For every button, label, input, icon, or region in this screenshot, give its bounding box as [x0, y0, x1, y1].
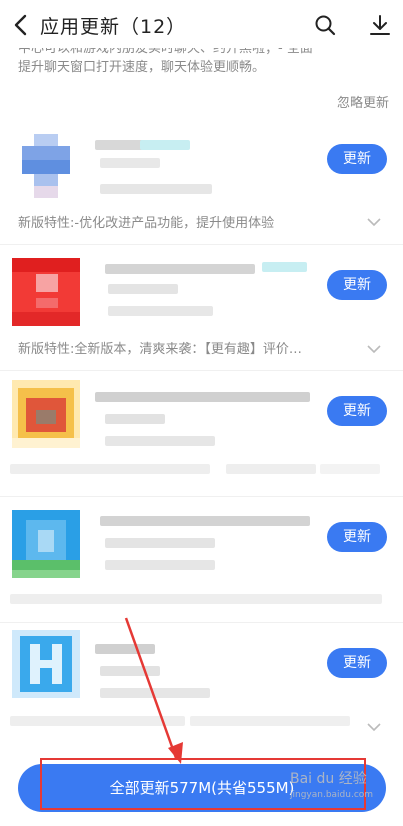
app-meta-placeholder: [100, 666, 160, 676]
baidu-watermark: Bai du 经验 jingyan.baidu.com: [290, 768, 373, 800]
app-icon: [12, 510, 80, 578]
chevron-down-icon[interactable]: [367, 217, 381, 227]
feature-summary-placeholder: [10, 464, 210, 474]
search-icon[interactable]: [314, 14, 336, 36]
app-name-placeholder: [100, 516, 310, 526]
app-meta-placeholder: [100, 184, 212, 194]
feature-summary: 新版特性:-优化改进产品功能，提升使用体验: [18, 216, 275, 231]
app-icon: [12, 258, 80, 326]
chevron-down-icon[interactable]: [367, 722, 381, 732]
feature-summary-placeholder: [10, 594, 382, 604]
update-button[interactable]: 更新: [327, 648, 387, 678]
app-icon: [12, 132, 80, 200]
feature-summary: 新版特性:全新版本，清爽来袭：【更有趣】评价…: [18, 342, 302, 357]
app-name-placeholder: [95, 392, 310, 402]
app-meta-placeholder: [105, 560, 215, 570]
app-row: 更新: [0, 622, 403, 748]
app-icon: [12, 630, 80, 698]
app-row: 更新 新版特性:全新版本，清爽来袭：【更有趣】评价…: [0, 244, 403, 371]
expanded-update-notes: 中心可以和游戏内朋友实时聊天、约开黑啦；- 全面 提升聊天窗口打开速度，聊天体验…: [18, 48, 388, 88]
download-icon[interactable]: [369, 14, 391, 36]
feature-summary-placeholder: [226, 464, 316, 474]
update-button[interactable]: 更新: [327, 522, 387, 552]
page-title: 应用更新（12）: [40, 16, 187, 38]
app-name-placeholder: [105, 264, 255, 274]
update-button[interactable]: 更新: [327, 396, 387, 426]
chevron-left-icon[interactable]: [12, 14, 30, 36]
app-icon: [12, 380, 80, 448]
app-name-placeholder: [95, 644, 155, 654]
ignore-update-link[interactable]: 忽略更新: [337, 92, 389, 111]
app-name-placeholder: [140, 140, 190, 150]
feature-summary-placeholder: [10, 716, 185, 726]
watermark-url: jingyan.baidu.com: [290, 790, 374, 800]
app-meta-placeholder: [108, 284, 178, 294]
app-meta-placeholder: [100, 158, 160, 168]
notes-line-2: 提升聊天窗口打开速度，聊天体验更顺畅。: [18, 60, 266, 75]
app-header: 应用更新（12）: [0, 0, 403, 50]
chevron-down-icon[interactable]: [367, 344, 381, 354]
app-row: 更新 新版特性:-优化改进产品功能，提升使用体验: [0, 118, 403, 245]
app-name-placeholder: [262, 262, 307, 272]
notes-line-1: 中心可以和游戏内朋友实时聊天、约开黑啦；- 全面: [18, 48, 313, 56]
feature-summary-placeholder: [190, 716, 350, 726]
app-meta-placeholder: [108, 306, 213, 316]
update-button[interactable]: 更新: [327, 270, 387, 300]
feature-summary-placeholder: [320, 464, 380, 474]
app-row: 更新: [0, 496, 403, 623]
update-button[interactable]: 更新: [327, 144, 387, 174]
app-meta-placeholder: [105, 538, 215, 548]
watermark-brand: Bai du 经验: [290, 771, 367, 787]
app-row: 更新: [0, 370, 403, 497]
app-meta-placeholder: [100, 688, 210, 698]
app-meta-placeholder: [105, 436, 215, 446]
app-meta-placeholder: [105, 414, 165, 424]
